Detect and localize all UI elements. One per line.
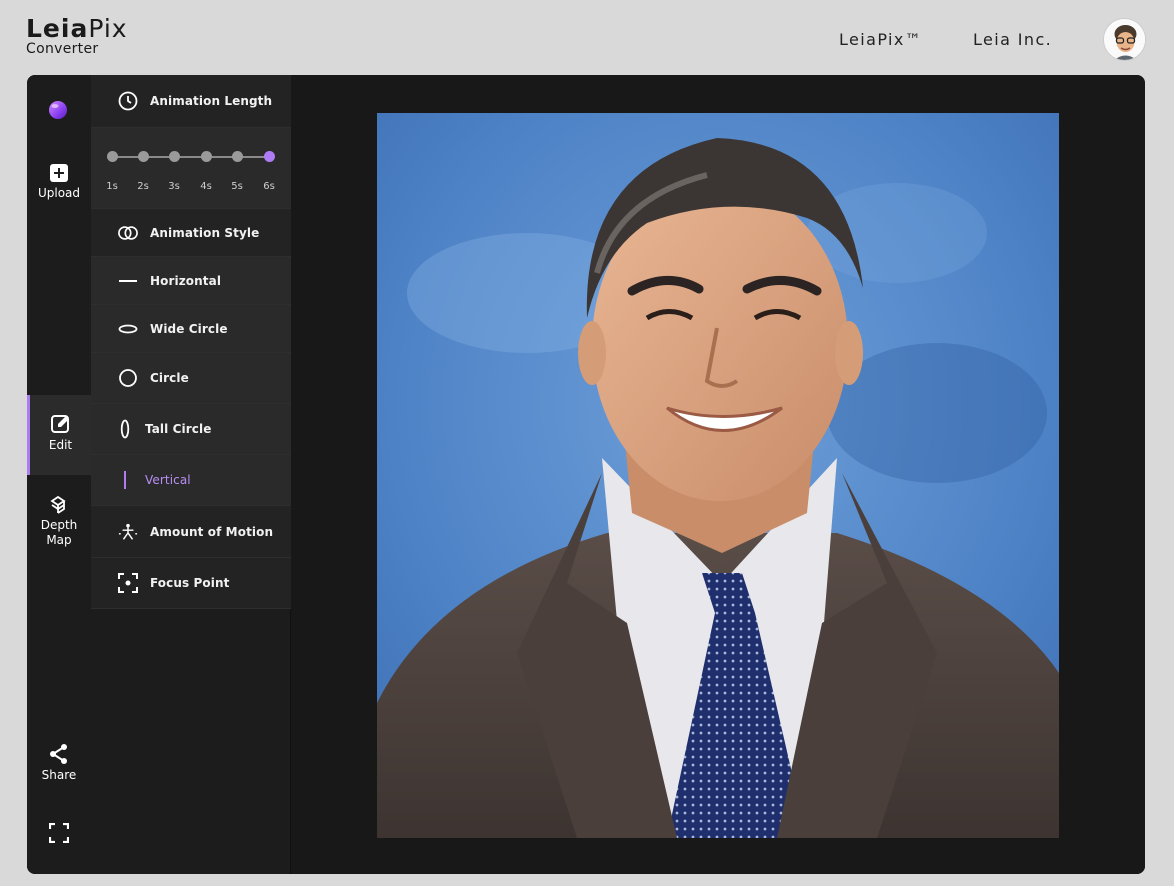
animation-length-label: Animation Length <box>150 94 273 108</box>
tool-rail: Upload Edit Depth Map Share <box>27 75 91 874</box>
portrait-photo[interactable] <box>377 113 1059 838</box>
duration-label: 1s <box>106 181 118 192</box>
duration-dot-1s[interactable] <box>107 151 118 162</box>
upload-button[interactable]: Upload <box>27 163 91 209</box>
focus-target-icon <box>118 573 138 593</box>
duration-dot-4s[interactable] <box>201 151 212 162</box>
edit-pencil-icon <box>50 415 69 433</box>
nav-link-leia-inc[interactable]: Leia Inc. <box>973 30 1052 49</box>
duration-dot-2s[interactable] <box>138 151 149 162</box>
style-option-label: Circle <box>150 371 189 385</box>
amount-of-motion-header[interactable]: Amount of Motion <box>91 506 291 558</box>
style-option-label: Vertical <box>145 473 191 487</box>
style-option-vertical[interactable]: Vertical <box>91 455 291 506</box>
nav-link-leiapix[interactable]: LeiaPix™ <box>839 30 922 49</box>
share-icon <box>50 744 67 764</box>
duration-label: 6s <box>263 181 275 192</box>
share-button[interactable]: Share <box>27 743 91 787</box>
style-option-label: Tall Circle <box>145 422 212 436</box>
animation-style-header[interactable]: Animation Style <box>91 209 291 257</box>
style-option-wide-circle[interactable]: Wide Circle <box>91 305 291 353</box>
horizontal-line-icon <box>119 279 137 282</box>
plus-square-icon <box>50 164 68 182</box>
duration-slider[interactable]: 1s 2s 3s 4s 5s 6s <box>91 128 291 209</box>
leia-orb-icon[interactable] <box>47 99 69 121</box>
share-label: Share <box>41 768 77 782</box>
style-option-label: Horizontal <box>150 273 222 288</box>
animation-style-label: Animation Style <box>150 225 260 240</box>
vertical-line-icon <box>124 471 126 489</box>
upload-label: Upload <box>37 186 81 200</box>
depth-layers-icon <box>50 495 66 514</box>
logo-light-text: Pix <box>88 14 128 43</box>
edit-button[interactable]: Edit <box>27 395 91 475</box>
amount-of-motion-label: Amount of Motion <box>150 524 274 539</box>
fullscreen-icon <box>49 823 69 843</box>
depth-map-label-line1: Depth <box>40 518 78 532</box>
duration-label: 4s <box>200 181 212 192</box>
slider-track <box>112 156 270 158</box>
depth-map-label-line2: Map <box>46 533 72 547</box>
motion-figure-icon <box>118 523 138 540</box>
focus-point-label: Focus Point <box>150 576 230 590</box>
duration-label: 5s <box>231 181 243 192</box>
animation-length-header[interactable]: Animation Length <box>91 75 291 128</box>
editor-window: Upload Edit Depth Map Share Animation Le… <box>27 75 1145 874</box>
style-option-tall-circle[interactable]: Tall Circle <box>91 404 291 455</box>
duration-dot-3s[interactable] <box>169 151 180 162</box>
focus-point-header[interactable]: Focus Point <box>91 558 291 609</box>
logo-bold-text: Leia <box>26 14 89 43</box>
duration-dot-5s[interactable] <box>232 151 243 162</box>
top-bar: LeiaPix Converter LeiaPix™ Leia Inc. <box>0 0 1174 75</box>
leiapix-logo[interactable]: LeiaPix Converter <box>26 14 128 57</box>
style-option-circle[interactable]: Circle <box>91 353 291 404</box>
preview-canvas <box>291 75 1145 874</box>
duration-label: 2s <box>137 181 149 192</box>
fullscreen-button[interactable] <box>27 823 91 847</box>
duration-dot-6s[interactable] <box>264 151 275 162</box>
style-option-horizontal[interactable]: Horizontal <box>91 257 291 305</box>
depth-map-button[interactable]: Depth Map <box>27 495 91 555</box>
tall-ellipse-icon <box>120 419 130 439</box>
duration-label: 3s <box>168 181 180 192</box>
overlap-circles-icon <box>118 225 138 240</box>
circle-icon <box>119 369 137 387</box>
edit-panel: Animation Length 1s 2s 3s 4s 5s 6s Anima… <box>91 75 291 874</box>
style-option-label: Wide Circle <box>150 321 228 336</box>
wide-ellipse-icon <box>118 324 138 333</box>
user-avatar[interactable] <box>1103 18 1146 61</box>
clock-icon <box>118 91 138 111</box>
edit-label: Edit <box>48 438 73 452</box>
